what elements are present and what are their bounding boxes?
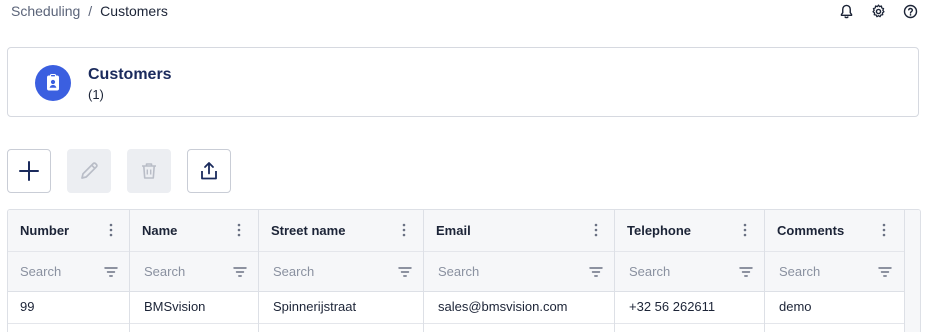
column-header-email[interactable]: Email [436,223,471,238]
breadcrumb: Scheduling / Customers [11,3,168,19]
cell-email[interactable]: sales@bmsvision.com [438,299,568,314]
column-menu-icon[interactable] [740,222,750,238]
column-menu-icon[interactable] [234,222,244,238]
column-menu-icon[interactable] [106,222,116,238]
cell-telephone: +32 56 262611 [629,299,716,314]
add-button[interactable] [7,149,51,193]
column-name: Name BMSvision [130,210,259,332]
column-header-street-name[interactable]: Street name [271,223,345,238]
column-header-telephone[interactable]: Telephone [627,223,691,238]
column-street-name: Street name Spinnerijstraat [259,210,424,332]
breadcrumb-current: Customers [100,3,168,19]
top-bar: Scheduling / Customers [0,0,930,24]
filter-icon[interactable] [739,265,753,277]
number-filter-input[interactable] [20,260,100,282]
column-header-number[interactable]: Number [20,223,69,238]
delete-button [127,149,171,193]
vertical-scrollbar[interactable] [904,210,920,332]
pencil-icon [81,162,98,179]
column-comments: Comments demo [765,210,904,332]
filter-icon[interactable] [878,265,892,277]
breadcrumb-scheduling-link[interactable]: Scheduling [11,3,80,19]
column-email: Email sales@bmsvision.com [424,210,615,332]
customer-card-icon [35,65,71,101]
filter-icon[interactable] [104,265,118,277]
cell-name: BMSvision [144,299,206,314]
trash-icon [142,163,156,179]
column-telephone: Telephone +32 56 262611 [615,210,765,332]
record-count: (1) [88,87,104,102]
filter-icon[interactable] [589,265,603,277]
top-icons [822,3,930,19]
column-header-name[interactable]: Name [142,223,177,238]
filter-icon[interactable] [398,265,412,277]
column-header-comments[interactable]: Comments [777,223,844,238]
cell-number: 99 [20,299,35,314]
column-number: Number 99 [8,210,130,332]
help-icon[interactable] [902,3,918,19]
header-card: Customers (1) [7,47,919,117]
telephone-filter-input[interactable] [629,260,734,282]
name-filter-input[interactable] [144,260,229,282]
plus-icon [19,161,39,181]
edit-button [67,149,111,193]
toolbar [7,149,247,193]
gear-icon[interactable] [870,3,886,19]
bell-icon[interactable] [838,3,854,19]
page-title: Customers [88,66,172,83]
cell-comments: demo [779,299,812,314]
breadcrumb-separator: / [88,3,93,19]
share-icon [201,162,217,180]
cell-street-name: Spinnerijstraat [273,299,357,314]
comments-filter-input[interactable] [779,260,874,282]
column-menu-icon[interactable] [399,222,409,238]
email-filter-input[interactable] [438,260,583,282]
customers-table: Number 99 Name BMSvision Street name Spi… [7,209,921,332]
street-name-filter-input[interactable] [273,260,393,282]
column-menu-icon[interactable] [591,222,601,238]
column-menu-icon[interactable] [879,222,889,238]
share-button[interactable] [187,149,231,193]
filter-icon[interactable] [233,265,247,277]
